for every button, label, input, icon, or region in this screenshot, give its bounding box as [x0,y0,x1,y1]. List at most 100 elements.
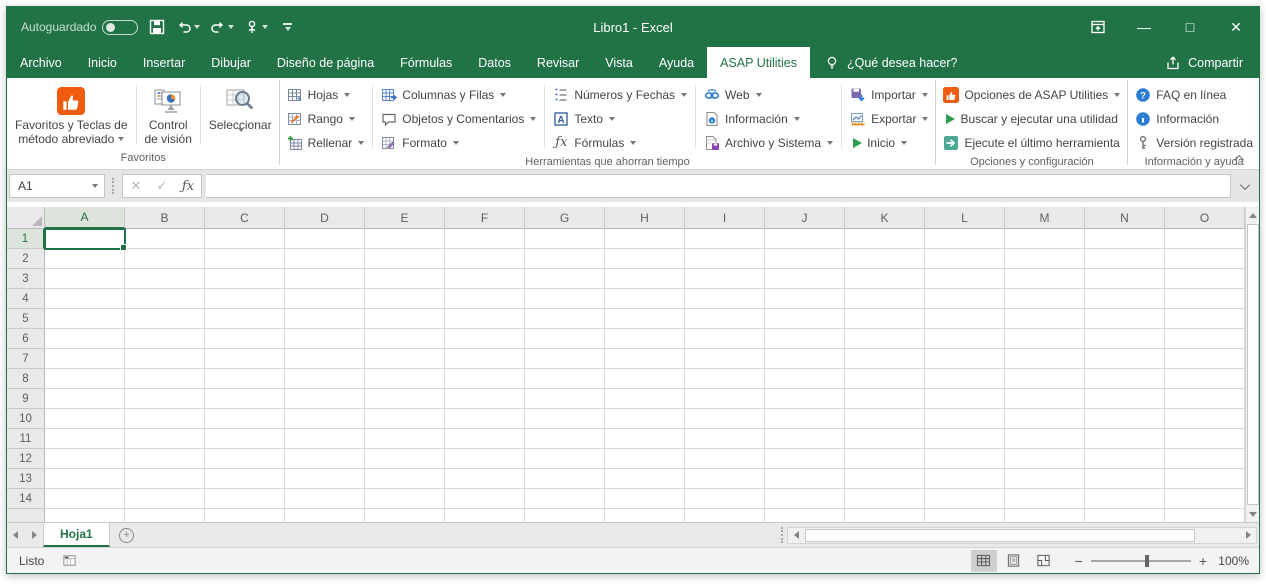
cell-e9[interactable] [365,389,445,409]
row-header-12[interactable]: 12 [7,449,45,469]
tab-inicio[interactable]: Inicio [75,47,130,78]
cell-j9[interactable] [765,389,845,409]
cell-h9[interactable] [605,389,685,409]
enter-button[interactable]: ✓ [149,175,175,197]
cell-m7[interactable] [1005,349,1085,369]
cell-g11[interactable] [525,429,605,449]
tab-datos[interactable]: Datos [465,47,524,78]
cell-g1[interactable] [525,229,605,249]
cell-h10[interactable] [605,409,685,429]
column-header-m[interactable]: M [1005,207,1085,229]
zoom-in-button[interactable]: + [1199,553,1207,569]
tab-archivo[interactable]: Archivo [7,47,75,78]
cell-d12[interactable] [285,449,365,469]
cell-l10[interactable] [925,409,1005,429]
cell-m9[interactable] [1005,389,1085,409]
cell-h14[interactable] [605,489,685,509]
cell-l5[interactable] [925,309,1005,329]
horizontal-scroll-track[interactable] [1196,528,1240,543]
cell-k3[interactable] [845,269,925,289]
cell-e14[interactable] [365,489,445,509]
cell-h8[interactable] [605,369,685,389]
cell-c13[interactable] [205,469,285,489]
cell-l11[interactable] [925,429,1005,449]
cell-n11[interactable] [1085,429,1165,449]
macro-record-icon[interactable] [62,553,78,569]
menu-numeros-fechas[interactable]: Números y Fechas [549,83,691,106]
cell-d14[interactable] [285,489,365,509]
cell-f14[interactable] [445,489,525,509]
cell-i13[interactable] [685,469,765,489]
cell-l6[interactable] [925,329,1005,349]
cell-a2[interactable] [45,249,125,269]
cell-h6[interactable] [605,329,685,349]
cell-f7[interactable] [445,349,525,369]
cell-h2[interactable] [605,249,685,269]
cell-c14[interactable] [205,489,285,509]
cell-n7[interactable] [1085,349,1165,369]
cell-f1[interactable] [445,229,525,249]
cell-c3[interactable] [205,269,285,289]
cell-n5[interactable] [1085,309,1165,329]
share-button[interactable]: Compartir [1149,47,1259,78]
cell-k14[interactable] [845,489,925,509]
cell-f13[interactable] [445,469,525,489]
row-header-5[interactable]: 5 [7,309,45,329]
tab-ayuda[interactable]: Ayuda [646,47,707,78]
cell-k12[interactable] [845,449,925,469]
column-header-g[interactable]: G [525,207,605,229]
cell-d3[interactable] [285,269,365,289]
menu-opciones-asap[interactable]: Opciones de ASAP Utilities [939,83,1124,106]
menu-objetos-comentarios[interactable]: Objetos y Comentarios [377,107,540,130]
row-header-8[interactable]: 8 [7,369,45,389]
horizontal-scrollbar[interactable] [787,527,1257,544]
cell-k13[interactable] [845,469,925,489]
cell-j4[interactable] [765,289,845,309]
cell-h12[interactable] [605,449,685,469]
cell-k10[interactable] [845,409,925,429]
cell-partial[interactable] [605,509,685,522]
cell-a8[interactable] [45,369,125,389]
cell-f6[interactable] [445,329,525,349]
cell-j14[interactable] [765,489,845,509]
cell-b8[interactable] [125,369,205,389]
cell-g3[interactable] [525,269,605,289]
cell-j12[interactable] [765,449,845,469]
cell-e4[interactable] [365,289,445,309]
menu-buscar-utilidad[interactable]: Buscar y ejecutar una utilidad [939,107,1124,130]
cell-f12[interactable] [445,449,525,469]
cell-h4[interactable] [605,289,685,309]
formula-bar-splitter[interactable] [112,178,115,194]
zoom-slider[interactable] [1091,560,1191,562]
cell-f11[interactable] [445,429,525,449]
cell-i8[interactable] [685,369,765,389]
expand-formula-bar-button[interactable] [1235,174,1257,198]
cell-g10[interactable] [525,409,605,429]
cell-a6[interactable] [45,329,125,349]
cell-l9[interactable] [925,389,1005,409]
menu-formato[interactable]: Formato [377,131,540,154]
cell-f9[interactable] [445,389,525,409]
cell-a13[interactable] [45,469,125,489]
page-layout-view-button[interactable] [1001,550,1027,572]
cell-i2[interactable] [685,249,765,269]
redo-button[interactable] [210,15,234,39]
cell-m4[interactable] [1005,289,1085,309]
cell-o8[interactable] [1165,369,1245,389]
cell-c1[interactable] [205,229,285,249]
cell-m12[interactable] [1005,449,1085,469]
cell-n9[interactable] [1085,389,1165,409]
cell-i10[interactable] [685,409,765,429]
cell-o6[interactable] [1165,329,1245,349]
scroll-right-button[interactable] [1240,528,1256,543]
cell-n8[interactable] [1085,369,1165,389]
cell-e11[interactable] [365,429,445,449]
cell-d2[interactable] [285,249,365,269]
cell-e7[interactable] [365,349,445,369]
cell-a7[interactable] [45,349,125,369]
favoritos-y-teclas-button[interactable]: Favoritos y Teclas de método abreviado [9,81,134,151]
cell-g5[interactable] [525,309,605,329]
cell-j10[interactable] [765,409,845,429]
cell-o5[interactable] [1165,309,1245,329]
cell-partial[interactable] [685,509,765,522]
